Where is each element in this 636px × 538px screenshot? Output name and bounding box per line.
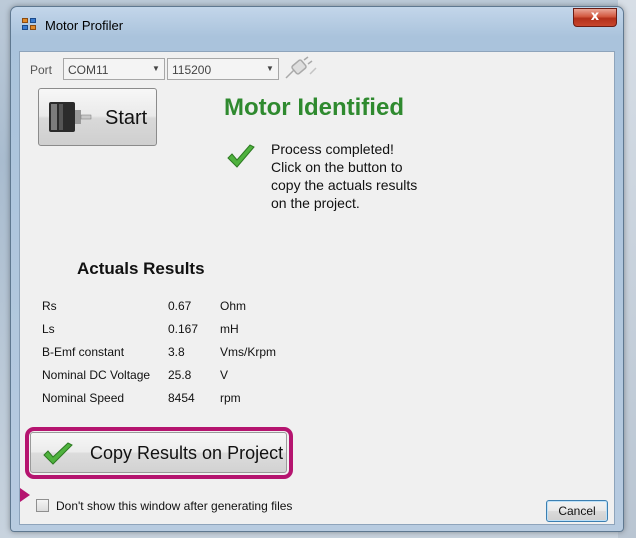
results-table: Rs 0.67 Ohm Ls 0.167 mH B-Emf constant 3… xyxy=(42,294,290,409)
baud-rate-value: 115200 xyxy=(172,63,212,77)
port-select[interactable]: COM11 ▼ xyxy=(63,58,165,80)
app-icon xyxy=(22,18,36,30)
parameter-unit: rpm xyxy=(220,390,241,405)
baud-rate-select[interactable]: 115200 ▼ xyxy=(167,58,279,80)
parameter-unit: mH xyxy=(220,321,239,336)
motor-icon xyxy=(49,102,92,132)
parameter-name: Rs xyxy=(42,298,57,313)
parameter-value: 0.67 xyxy=(168,298,192,313)
copy-results-button[interactable]: Copy Results on Project xyxy=(30,432,287,473)
check-icon xyxy=(227,144,255,168)
table-row: B-Emf constant 3.8 Vms/Krpm xyxy=(42,340,290,363)
table-row: Ls 0.167 mH xyxy=(42,317,290,340)
dialog-body: Port COM11 ▼ 115200 ▼ Start Motor Identi… xyxy=(19,51,615,525)
start-button-label: Start xyxy=(105,107,148,129)
port-label: Port xyxy=(30,63,53,77)
start-button[interactable]: Start xyxy=(38,88,157,146)
parameter-unit: Vms/Krpm xyxy=(220,344,277,359)
title-bar[interactable]: Motor Profiler x xyxy=(11,7,623,37)
parameter-name: Nominal Speed xyxy=(42,390,125,405)
parameter-name: B-Emf constant xyxy=(42,344,125,359)
status-message-line: on the project. xyxy=(271,195,360,211)
table-row: Nominal DC Voltage 25.8 V xyxy=(42,363,290,386)
dont-show-label[interactable]: Don't show this window after generating … xyxy=(56,499,292,513)
parameter-value: 0.167 xyxy=(168,321,199,336)
chevron-down-icon: ▼ xyxy=(266,64,274,73)
parameter-value: 25.8 xyxy=(168,367,192,382)
parameter-name: Nominal DC Voltage xyxy=(42,367,151,382)
status-message: Process completed! Click on the button t… xyxy=(271,140,451,212)
chevron-down-icon: ▼ xyxy=(152,64,160,73)
plug-icon[interactable] xyxy=(282,56,322,82)
cancel-button[interactable]: Cancel xyxy=(546,500,608,522)
parameter-value: 3.8 xyxy=(168,344,185,359)
copy-results-label: Copy Results on Project xyxy=(90,443,284,463)
status-message-line: Click on the button to xyxy=(271,159,403,175)
parameter-unit: Ohm xyxy=(220,298,247,313)
status-message-line: copy the actuals results xyxy=(271,177,418,193)
table-row: Rs 0.67 Ohm xyxy=(42,294,290,317)
motor-profiler-window: Motor Profiler x Port COM11 ▼ 115200 ▼ S… xyxy=(10,6,624,532)
parameter-value: 8454 xyxy=(168,390,195,405)
port-select-value: COM11 xyxy=(68,63,109,77)
dont-show-checkbox[interactable] xyxy=(36,499,49,512)
parameter-unit: V xyxy=(220,367,229,382)
status-title: Motor Identified xyxy=(224,94,404,121)
status-message-line: Process completed! xyxy=(271,141,394,157)
table-row: Nominal Speed 8454 rpm xyxy=(42,386,290,409)
window-title: Motor Profiler xyxy=(45,18,124,33)
close-icon: x xyxy=(590,9,600,24)
check-icon xyxy=(43,442,73,465)
parameter-name: Ls xyxy=(42,321,55,336)
close-button[interactable]: x xyxy=(573,8,617,27)
results-title: Actuals Results xyxy=(77,259,205,278)
